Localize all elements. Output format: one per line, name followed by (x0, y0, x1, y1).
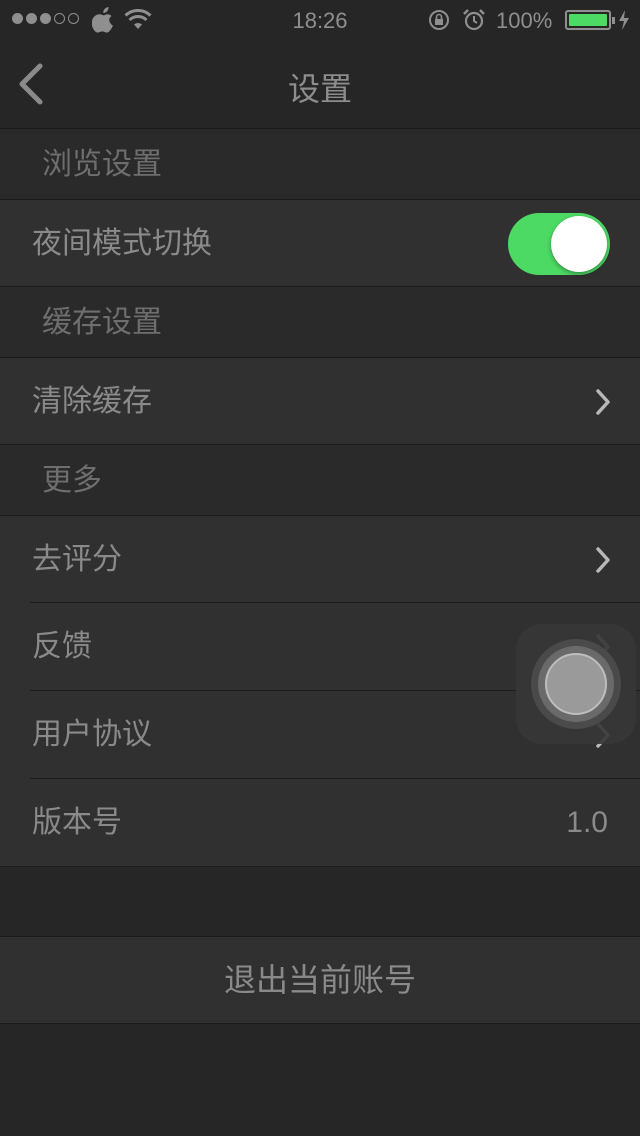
section-header-cache: 缓存设置 (0, 286, 640, 357)
night-mode-toggle[interactable] (508, 213, 610, 275)
assistive-touch-center (545, 653, 607, 715)
clear-cache-label: 清除缓存 (32, 384, 152, 419)
chevron-right-icon (596, 389, 610, 415)
alarm-clock-icon (463, 9, 485, 31)
status-bar: 18:26 100% (0, 0, 640, 40)
night-mode-row: 夜间模式切换 (0, 199, 640, 287)
toggle-knob (551, 216, 607, 272)
clear-cache-row[interactable]: 清除缓存 (0, 357, 640, 445)
row-divider (0, 866, 640, 867)
battery-level (569, 14, 607, 26)
rate-row[interactable]: 去评分 (0, 515, 640, 603)
assistive-touch-button[interactable] (516, 624, 636, 744)
battery-nub (612, 17, 615, 24)
version-value: 1.0 (566, 806, 608, 839)
battery-percent: 100% (496, 8, 553, 33)
navigation-bar: 设置 (0, 40, 640, 128)
user-agreement-label: 用户协议 (32, 717, 152, 752)
version-row: 版本号 1.0 (0, 779, 640, 867)
chevron-right-icon (596, 547, 610, 573)
section-header-browse: 浏览设置 (0, 128, 640, 199)
logout-button[interactable]: 退出当前账号 (0, 936, 640, 1024)
battery-icon (565, 10, 615, 30)
page-title: 设置 (287, 70, 352, 108)
charging-bolt-icon (619, 10, 629, 30)
section-header-more: 更多 (0, 444, 640, 515)
version-label: 版本号 (32, 805, 122, 840)
feedback-label: 反馈 (32, 629, 92, 664)
rotation-lock-icon (429, 10, 449, 30)
rate-label: 去评分 (32, 542, 122, 577)
night-mode-label: 夜间模式切换 (32, 226, 212, 261)
